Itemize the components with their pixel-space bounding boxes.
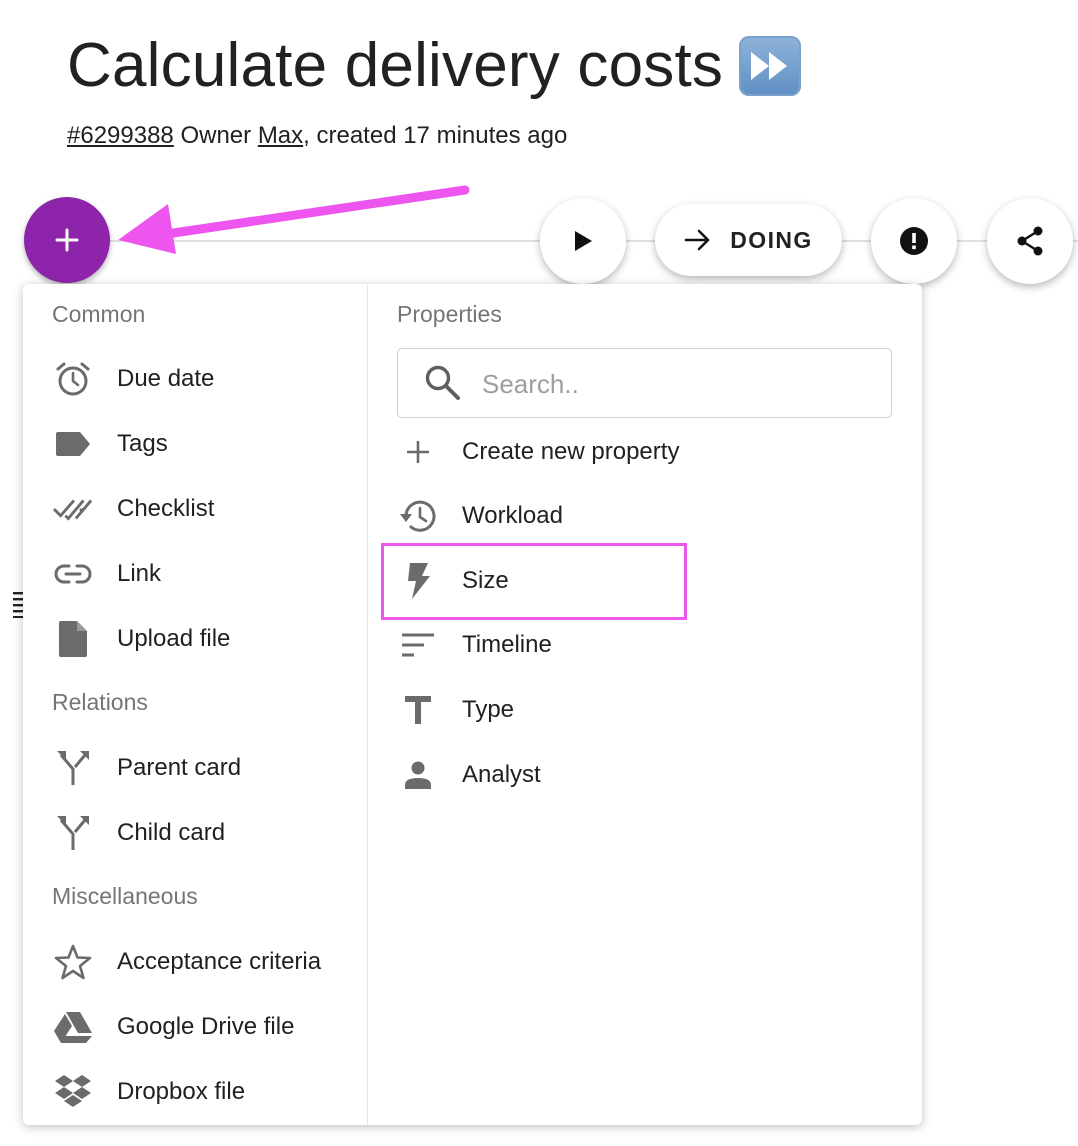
section-relations-heading: Relations [52,689,148,715]
menu-right-column: Properties Create new property [368,284,922,1125]
menu-item-label: Checklist [117,495,215,522]
menu-item-upload-file[interactable]: Upload file [23,609,367,669]
star-outline-icon [53,942,93,982]
menu-item-create-new-property[interactable]: Create new property [368,422,922,482]
menu-item-label: Analyst [462,761,541,788]
menu-item-label: Create new property [462,438,680,465]
menu-item-label: Dropbox file [117,1078,246,1105]
menu-item-timeline[interactable]: Timeline [368,615,922,675]
property-search-field[interactable] [397,348,892,418]
status-label: DOING [730,226,813,253]
play-icon [575,231,592,251]
menu-left-column: Common Due date Tags Checklist Link Uplo… [23,284,367,1125]
menu-item-tags[interactable]: Tags [23,414,367,474]
add-button[interactable] [24,197,110,283]
merge-icon [53,813,93,853]
link-icon [53,554,93,594]
status-doing-button[interactable]: DOING [655,204,842,276]
merge-icon [53,748,93,788]
menu-item-workload[interactable]: Workload [368,486,922,546]
owner-link[interactable]: Max [258,122,303,149]
alarm-clock-icon [53,359,93,399]
text-t-icon [398,690,438,730]
card-id-link[interactable]: #6299388 [67,122,174,149]
fast-forward-emoji-icon [739,35,802,96]
share-button[interactable] [987,198,1073,284]
sort-lines-icon [398,625,438,665]
menu-item-due-date[interactable]: Due date [23,349,367,409]
menu-item-label: Google Drive file [117,1013,295,1040]
exclamation-icon [900,227,928,255]
menu-item-label: Upload file [117,625,231,652]
menu-item-label: Child card [117,819,226,846]
card-meta: #6299388 Owner Max, created 17 minutes a… [67,122,567,150]
menu-item-label: Parent card [117,754,242,781]
menu-item-label: Due date [117,365,215,392]
menu-item-label: Timeline [462,631,552,658]
card-title: Calculate delivery costs [67,30,802,101]
menu-item-checklist[interactable]: Checklist [23,479,367,539]
menu-item-label: Type [462,696,515,723]
card-title-text: Calculate delivery costs [67,31,724,100]
history-icon [398,496,438,536]
annotation-arrow [118,185,470,254]
menu-item-analyst[interactable]: Analyst [368,745,922,805]
google-drive-icon [53,1007,93,1047]
menu-item-link[interactable]: Link [23,544,367,604]
plus-icon [55,228,79,252]
menu-item-dropbox-file[interactable]: Dropbox file [23,1062,367,1122]
alert-button[interactable] [871,198,957,284]
section-properties-heading: Properties [397,301,502,327]
section-common-heading: Common [52,301,146,327]
menu-item-child-card[interactable]: Child card [23,803,367,863]
share-icon [1017,226,1043,256]
menu-item-label: Acceptance criteria [117,948,322,975]
add-menu: Common Due date Tags Checklist Link Uplo… [23,284,922,1125]
menu-item-label: Link [117,560,162,587]
dropbox-icon [53,1072,93,1112]
menu-item-type[interactable]: Type [368,680,922,740]
menu-item-google-drive-file[interactable]: Google Drive file [23,997,367,1057]
person-icon [398,755,438,795]
search-icon [425,365,460,400]
play-button[interactable] [540,198,626,284]
file-icon [53,619,93,659]
annotation-highlight-box [381,543,687,620]
menu-item-label: Workload [462,502,563,529]
menu-item-acceptance-criteria[interactable]: Acceptance criteria [23,932,367,992]
plus-icon [398,432,438,472]
property-search-input[interactable] [480,361,864,407]
menu-item-label: Tags [117,430,168,457]
arrow-right-icon [684,229,710,251]
double-check-icon [53,489,93,529]
menu-item-parent-card[interactable]: Parent card [23,738,367,798]
owner-prefix: Owner [180,122,252,149]
section-misc-heading: Miscellaneous [52,883,198,909]
tag-icon [53,424,93,464]
created-text: , created 17 minutes ago [303,122,568,149]
